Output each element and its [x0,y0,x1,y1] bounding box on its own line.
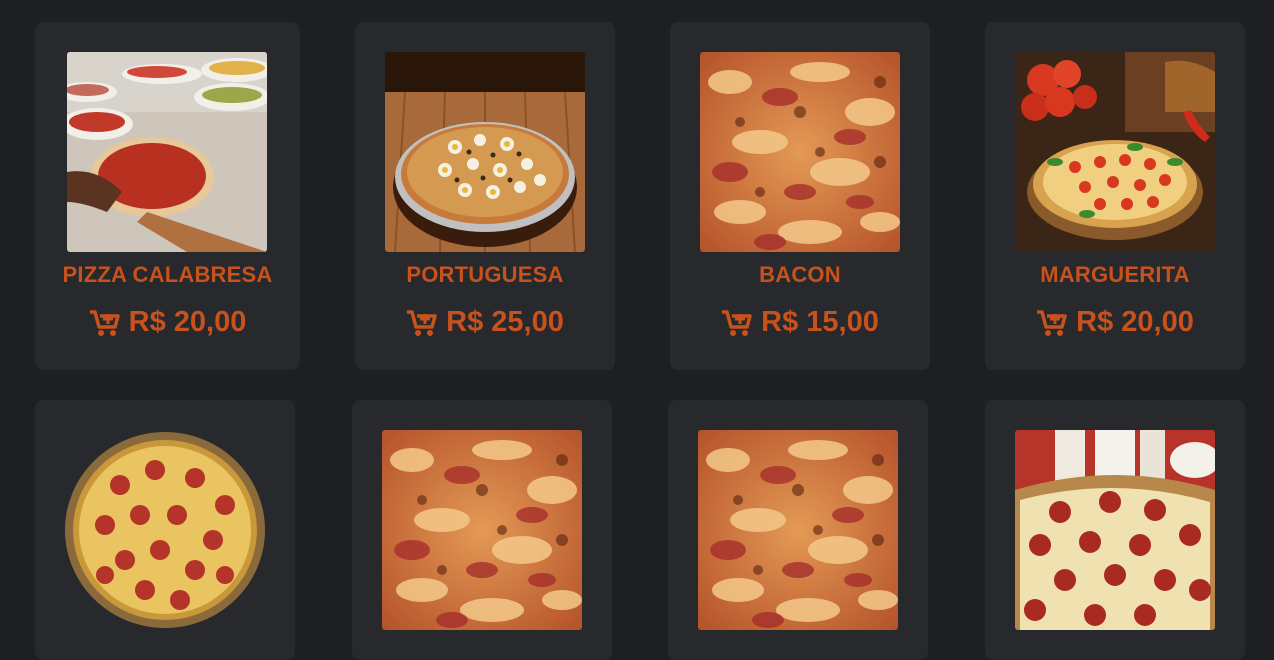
cart-add-icon[interactable] [89,308,121,338]
product-name: PIZZA CALABRESA [62,262,273,287]
price-row: R$ 25,00 [355,306,615,339]
product-card: PIZZA CALABRESA R$ 20,00 [35,22,300,370]
price-row: R$ 15,00 [670,306,930,339]
product-name: BACON [759,262,841,287]
portuguesa-photo [385,52,585,252]
product-price: R$ 15,00 [761,306,879,338]
product-card: BACON R$ 15,00 [670,22,930,370]
product-card: PORTUGUESA R$ 25,00 [355,22,615,370]
product-card [668,400,928,660]
pepperoni-closeup-photo [1015,430,1215,630]
cart-add-icon[interactable] [1036,308,1068,338]
bacon-closeup-photo [382,430,582,630]
product-price: R$ 20,00 [1076,306,1194,338]
product-card [35,400,295,660]
calabresa-prep-photo [67,52,267,252]
product-price: R$ 20,00 [128,306,247,338]
price-row: R$ 20,00 [35,306,300,339]
product-card [985,400,1245,660]
product-price: R$ 25,00 [446,306,564,338]
product-name: PORTUGUESA [406,262,564,287]
bacon-closeup-photo [700,52,900,252]
bacon-closeup-photo [698,430,898,630]
pepperoni-basket-photo [65,430,265,630]
cart-add-icon[interactable] [406,308,438,338]
marguerita-photo [1015,52,1215,252]
product-name: MARGUERITA [1040,262,1190,287]
cart-add-icon[interactable] [721,308,753,338]
price-row: R$ 20,00 [985,306,1245,339]
product-card: MARGUERITA R$ 20,00 [985,22,1245,370]
product-card [352,400,612,660]
